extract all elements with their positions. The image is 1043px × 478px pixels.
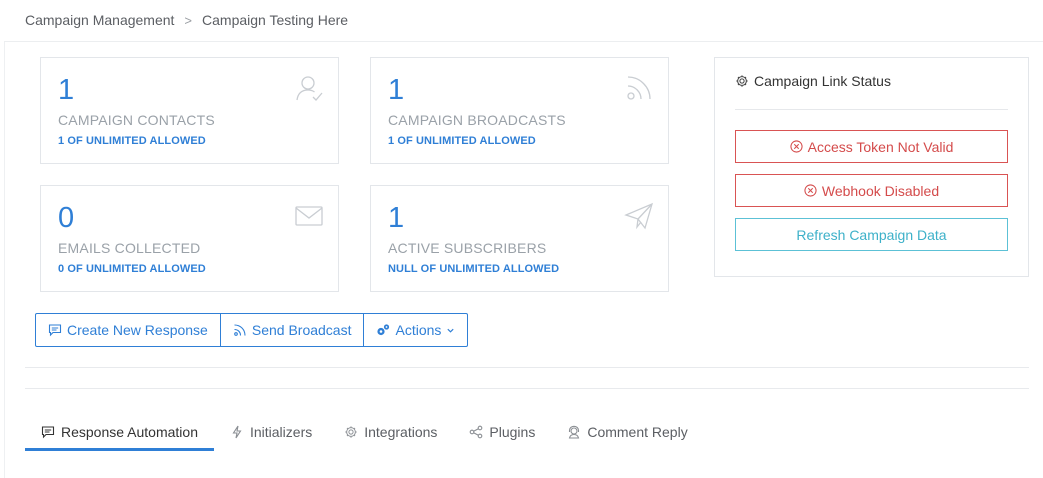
create-new-response-button[interactable]: Create New Response: [36, 314, 220, 346]
panel-title: Campaign Link Status: [735, 73, 891, 89]
rss-icon: [627, 76, 651, 100]
stat-card-emails-collected: 0 EMAILS COLLECTED 0 OF UNLIMITED ALLOWE…: [40, 185, 339, 292]
stat-label: ACTIVE SUBSCRIBERS: [388, 240, 547, 256]
comment-icon: [41, 426, 55, 439]
access-token-label: Access Token Not Valid: [807, 138, 954, 155]
access-token-status-button[interactable]: Access Token Not Valid: [735, 130, 1008, 163]
envelope-icon: [295, 206, 323, 226]
support-agent-icon: [569, 425, 580, 439]
campaign-action-button-group: Create New Response Send Broadcast Actio…: [35, 313, 469, 347]
stat-label: CAMPAIGN BROADCASTS: [388, 112, 566, 128]
refresh-label: Refresh Campaign Data: [796, 226, 947, 243]
tab-label: Plugins: [489, 424, 536, 440]
section-divider: [25, 388, 1029, 389]
campaign-tabs: Response Automation Initializers Integra…: [25, 414, 704, 451]
panel-divider: [735, 109, 1008, 110]
stat-card-campaign-broadcasts: 1 CAMPAIGN BROADCASTS 1 OF UNLIMITED ALL…: [370, 57, 669, 164]
tab-response-automation[interactable]: Response Automation: [25, 414, 214, 451]
chevron-down-icon: [447, 328, 455, 333]
stat-sublabel: 1 OF UNLIMITED ALLOWED: [58, 135, 206, 147]
close-circle-icon: [790, 140, 803, 153]
section-divider: [25, 367, 1029, 368]
webhook-label: Webhook Disabled: [821, 182, 940, 199]
left-edge-rule: [4, 42, 5, 478]
panel-title-text: Campaign Link Status: [754, 73, 891, 89]
stat-card-campaign-contacts: 1 CAMPAIGN CONTACTS 1 OF UNLIMITED ALLOW…: [40, 57, 339, 164]
tab-initializers[interactable]: Initializers: [214, 414, 328, 450]
breadcrumb: Campaign Management > Campaign Testing H…: [25, 12, 348, 28]
tab-plugins[interactable]: Plugins: [453, 414, 551, 450]
stat-value: 0: [58, 202, 75, 234]
close-circle-icon: [804, 184, 817, 197]
gear-icon: [736, 75, 748, 87]
stat-value: 1: [58, 74, 75, 106]
bolt-icon: [232, 425, 242, 439]
send-broadcast-label: Send Broadcast: [251, 322, 352, 338]
share-icon: [470, 425, 483, 439]
stat-sublabel: 1 OF UNLIMITED ALLOWED: [388, 135, 536, 147]
actions-label: Actions: [395, 322, 442, 338]
tab-comment-reply[interactable]: Comment Reply: [551, 414, 703, 450]
user-check-icon: [296, 76, 323, 101]
create-new-response-label: Create New Response: [67, 322, 208, 338]
actions-dropdown-button[interactable]: Actions: [363, 314, 467, 346]
tab-label: Integrations: [364, 424, 438, 440]
webhook-status-button[interactable]: Webhook Disabled: [735, 174, 1008, 207]
stat-sublabel: NULL OF UNLIMITED ALLOWED: [388, 263, 560, 275]
stat-value: 1: [388, 202, 405, 234]
stat-label: CAMPAIGN CONTACTS: [58, 112, 215, 128]
stat-label: EMAILS COLLECTED: [58, 240, 201, 256]
stat-sublabel: 0 OF UNLIMITED ALLOWED: [58, 263, 206, 275]
tab-label: Comment Reply: [587, 424, 688, 440]
stat-value: 1: [388, 74, 405, 106]
paper-plane-icon: [624, 202, 654, 230]
tab-integrations[interactable]: Integrations: [328, 414, 453, 450]
breadcrumb-separator: >: [184, 12, 193, 28]
gear-icon: [345, 426, 357, 438]
breadcrumb-current: Campaign Testing Here: [202, 12, 349, 28]
header-divider: [4, 41, 1043, 42]
rss-icon: [234, 324, 246, 336]
campaign-link-status-panel: Campaign Link Status Access Token Not Va…: [714, 57, 1029, 277]
stat-card-active-subscribers: 1 ACTIVE SUBSCRIBERS NULL OF UNLIMITED A…: [370, 185, 669, 292]
refresh-campaign-data-button[interactable]: Refresh Campaign Data: [735, 218, 1008, 251]
comment-icon: [48, 324, 62, 337]
tab-label: Response Automation: [61, 424, 198, 440]
breadcrumb-campaign-management[interactable]: Campaign Management: [25, 12, 174, 28]
tab-label: Initializers: [249, 424, 313, 440]
gears-icon: [377, 324, 390, 336]
send-broadcast-button[interactable]: Send Broadcast: [219, 314, 364, 346]
